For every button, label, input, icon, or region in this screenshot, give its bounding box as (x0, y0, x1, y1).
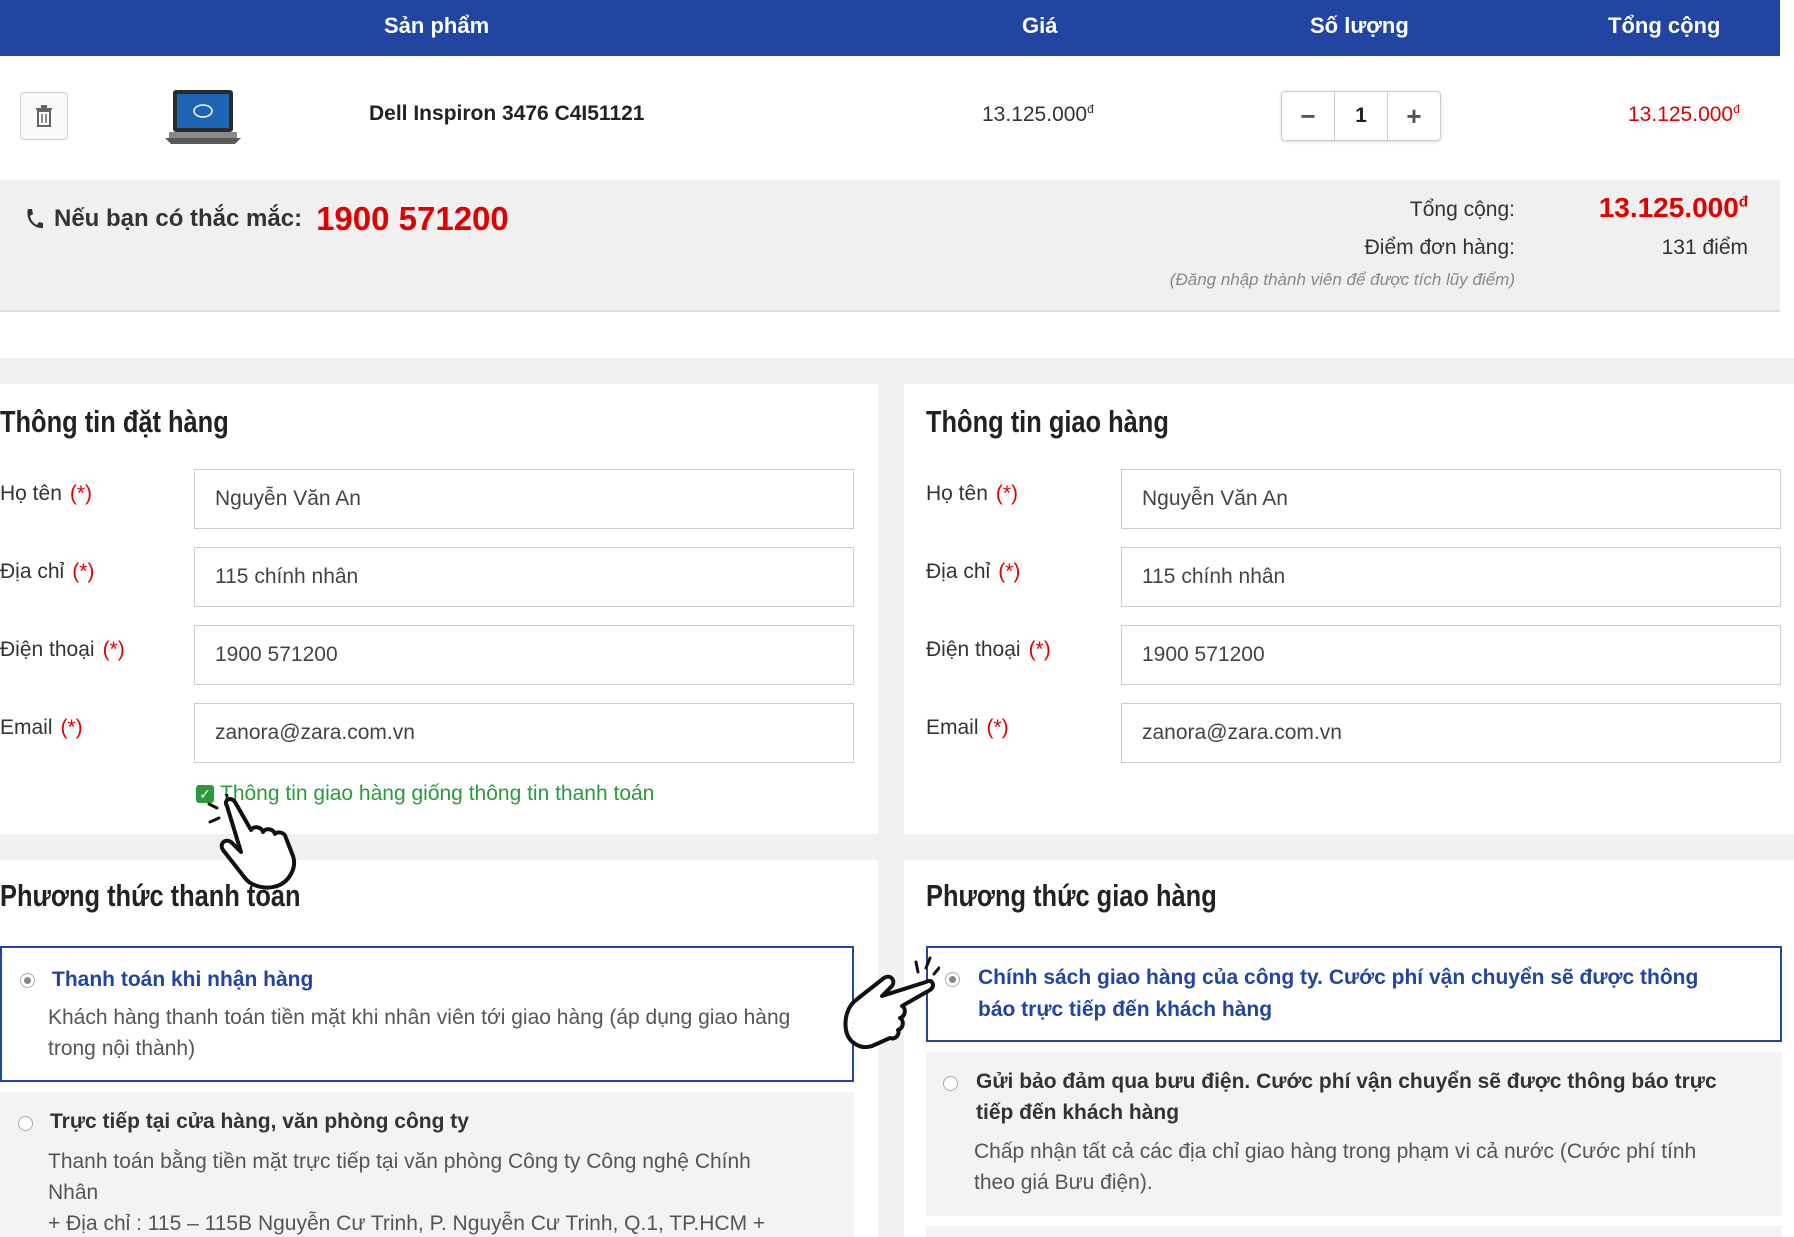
header-product: Sản phẩm (384, 13, 490, 38)
ship-address-label: Địa chỉ (*) (926, 560, 1021, 583)
delivery-option-company-title-1[interactable]: Chính sách giao hàng của công ty. Cước p… (978, 962, 1698, 993)
currency-symbol: đ (1738, 193, 1748, 211)
points-label: Điểm đơn hàng: (1364, 236, 1515, 259)
hand-pointer-icon (843, 956, 940, 1049)
order-info-panel: Thông tin đặt hàng (0, 384, 878, 834)
item-price-value: 13.125.000 (982, 103, 1088, 126)
hotline-label: Nếu bạn có thắc mắc: (54, 205, 303, 232)
order-phone-input[interactable]: 1900 571200 (194, 625, 854, 685)
summary-total-label: Tổng cộng: (1409, 198, 1515, 221)
product-name[interactable]: Dell Inspiron 3476 C4I51121 (369, 102, 644, 126)
item-total-value: 13.125.000 (1628, 103, 1734, 126)
shipping-info-panel: Thông tin giao hàng (904, 384, 1794, 834)
hotline: Nếu bạn có thắc mắc: 1900 571200 (24, 200, 509, 238)
hotline-number[interactable]: 1900 571200 (316, 200, 509, 238)
qty-decrease-button[interactable]: − (1282, 92, 1334, 140)
payment-option-cod-desc-1: Khách hàng thanh toán tiền mặt khi nhân … (48, 1006, 791, 1029)
currency-symbol: đ (1733, 102, 1740, 116)
order-info-title: Thông tin đặt hàng (0, 404, 229, 439)
payment-option-cod[interactable]: Thanh toán khi nhận hàng Khách hàng than… (0, 946, 854, 1082)
delivery-option-company[interactable]: Chính sách giao hàng của công ty. Cước p… (926, 946, 1782, 1042)
order-name-label: Họ tên (*) (0, 482, 93, 505)
points-value: 131 điểm (1661, 236, 1748, 259)
payment-option-store-desc-1: Thanh toán bằng tiền mặt trực tiếp tại v… (48, 1150, 751, 1173)
ship-name-input[interactable]: Nguyễn Văn An (1121, 469, 1781, 529)
ship-address-input[interactable]: 115 chính nhân (1121, 547, 1781, 607)
order-address-input[interactable]: 115 chính nhân (194, 547, 854, 607)
radio-unselected-icon[interactable] (943, 1076, 958, 1091)
cart-item-row: Dell Inspiron 3476 C4I51121 13.125.000đ … (0, 56, 1780, 180)
order-email-label: Email (*) (0, 716, 83, 739)
item-total: 13.125.000đ (1628, 102, 1740, 127)
payment-option-store-desc-2: Nhân (48, 1181, 99, 1204)
ship-name-label: Họ tên (*) (926, 482, 1019, 505)
qty-increase-button[interactable]: + (1388, 92, 1440, 140)
qty-value[interactable]: 1 (1334, 92, 1388, 140)
ship-phone-label: Điện thoại (*) (926, 638, 1051, 661)
order-email-input[interactable]: zanora@zara.com.vn (194, 703, 854, 763)
hand-pointer-icon (207, 794, 296, 890)
payment-option-store-title[interactable]: Trực tiếp tại cửa hàng, văn phòng công t… (50, 1106, 469, 1137)
payment-option-cod-desc-2: trong nội thành) (48, 1037, 196, 1060)
delete-item-button[interactable] (20, 92, 68, 140)
delivery-option-post-title-2[interactable]: tiếp đến khách hàng (976, 1097, 1179, 1128)
item-price: 13.125.000đ (982, 102, 1094, 127)
delivery-option-post-desc-1: Chấp nhận tất cả các địa chỉ giao hàng t… (974, 1140, 1697, 1163)
trash-icon (36, 105, 52, 127)
order-address-label: Địa chỉ (*) (0, 560, 95, 583)
delivery-option-next (926, 1226, 1782, 1237)
order-phone-label: Điện thoại (*) (0, 638, 125, 661)
delivery-option-post-desc-2: theo giá Bưu điện). (974, 1171, 1153, 1194)
radio-selected-icon[interactable] (20, 973, 35, 988)
summary-total: 13.125.000đ (1599, 192, 1748, 224)
points-note: (Đăng nhập thành viên để được tích lũy đ… (1169, 270, 1515, 289)
delivery-option-post[interactable]: Gửi bảo đảm qua bưu điện. Cước phí vận c… (926, 1052, 1782, 1216)
radio-unselected-icon[interactable] (18, 1116, 33, 1131)
cart-summary: Nếu bạn có thắc mắc: 1900 571200 Tổng cộ… (0, 180, 1780, 312)
laptop-thumbnail[interactable] (163, 88, 243, 148)
delivery-method-title: Phương thức giao hàng (926, 878, 1217, 913)
radio-selected-icon[interactable] (945, 972, 960, 987)
cart-table-header: Sản phẩm Giá Số lượng Tổng cộng (0, 0, 1780, 56)
payment-option-store-desc-3: + Địa chỉ : 115 – 115B Nguyễn Cư Trinh, … (48, 1212, 766, 1235)
payment-option-cod-title[interactable]: Thanh toán khi nhận hàng (52, 964, 313, 995)
summary-total-value: 13.125.000 (1598, 192, 1739, 223)
header-quantity: Số lượng (1310, 13, 1409, 38)
header-price: Giá (1022, 13, 1058, 38)
payment-option-store[interactable]: Trực tiếp tại cửa hàng, văn phòng công t… (0, 1092, 854, 1237)
ship-email-label: Email (*) (926, 716, 1009, 739)
quantity-stepper: − 1 + (1281, 91, 1441, 141)
ship-phone-input[interactable]: 1900 571200 (1121, 625, 1781, 685)
header-total: Tổng cộng (1608, 13, 1721, 38)
shipping-info-title: Thông tin giao hàng (926, 404, 1169, 439)
phone-icon (27, 209, 43, 229)
ship-email-input[interactable]: zanora@zara.com.vn (1121, 703, 1781, 763)
delivery-option-company-title-2[interactable]: báo trực tiếp đến khách hàng (978, 994, 1272, 1025)
order-name-input[interactable]: Nguyễn Văn An (194, 469, 854, 529)
delivery-option-post-title-1[interactable]: Gửi bảo đảm qua bưu điện. Cước phí vận c… (976, 1066, 1717, 1097)
currency-symbol: đ (1087, 102, 1094, 116)
